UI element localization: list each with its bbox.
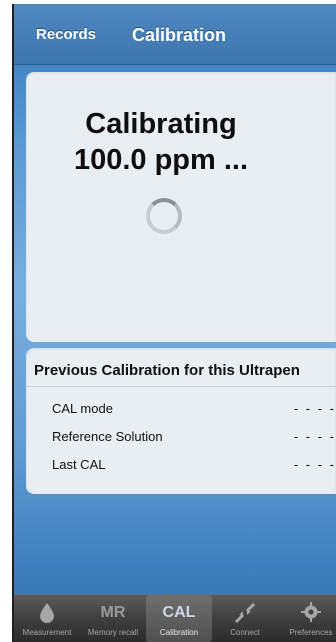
previous-calibration-title: Previous Calibration for this Ultrapen (34, 362, 300, 379)
cal-mode-label: CAL mode (52, 401, 113, 416)
tab-label-preferences: Preferences (289, 628, 333, 637)
tab-label-calibration: Calibration (159, 628, 199, 637)
records-back-button[interactable]: Records (36, 26, 96, 43)
gear-icon (278, 601, 336, 625)
drop-icon (14, 601, 80, 625)
last-cal-value: - - - - (293, 457, 336, 472)
calibrating-value-text: 100.0 ppm ... (73, 144, 249, 176)
tab-label-measurement: Measurement (22, 628, 72, 637)
app-screen: Records Calibration Calibrating 100.0 pp… (12, 4, 336, 642)
divider (26, 386, 336, 387)
tab-bar: Measurement MR Memory recall CAL Calibra… (14, 594, 336, 642)
last-cal-row: Last CAL - - - - (52, 457, 336, 477)
tab-measurement[interactable]: Measurement (14, 595, 80, 642)
tab-memory-recall[interactable]: MR Memory recall (80, 595, 146, 642)
navigation-bar: Records Calibration (14, 4, 336, 65)
tab-label-connect: Connect (230, 628, 260, 637)
tab-connect[interactable]: Connect (212, 595, 278, 642)
previous-calibration-panel: Previous Calibration for this Ultrapen C… (26, 348, 336, 494)
last-cal-label: Last CAL (52, 457, 106, 472)
calibration-status-panel: Calibrating 100.0 ppm ... (26, 72, 336, 342)
cal-text-icon: CAL (162, 604, 196, 621)
reference-solution-label: Reference Solution (52, 429, 163, 444)
loading-spinner-icon (146, 198, 182, 234)
tab-preferences[interactable]: Preferences (278, 595, 336, 642)
tab-calibration[interactable]: CAL Calibration (146, 595, 212, 642)
cal-mode-row: CAL mode - - - - (52, 401, 336, 421)
cal-mode-value: - - - - (293, 401, 336, 416)
connect-arrows-icon (212, 601, 278, 625)
calibrating-status-text: Calibrating (85, 108, 237, 140)
page-title: Calibration (132, 25, 227, 45)
tab-label-memory-recall: Memory recall (87, 628, 139, 637)
reference-solution-row: Reference Solution - - - - (52, 429, 336, 449)
mr-text-icon: MR (100, 604, 126, 621)
reference-solution-value: - - - - (293, 429, 336, 444)
